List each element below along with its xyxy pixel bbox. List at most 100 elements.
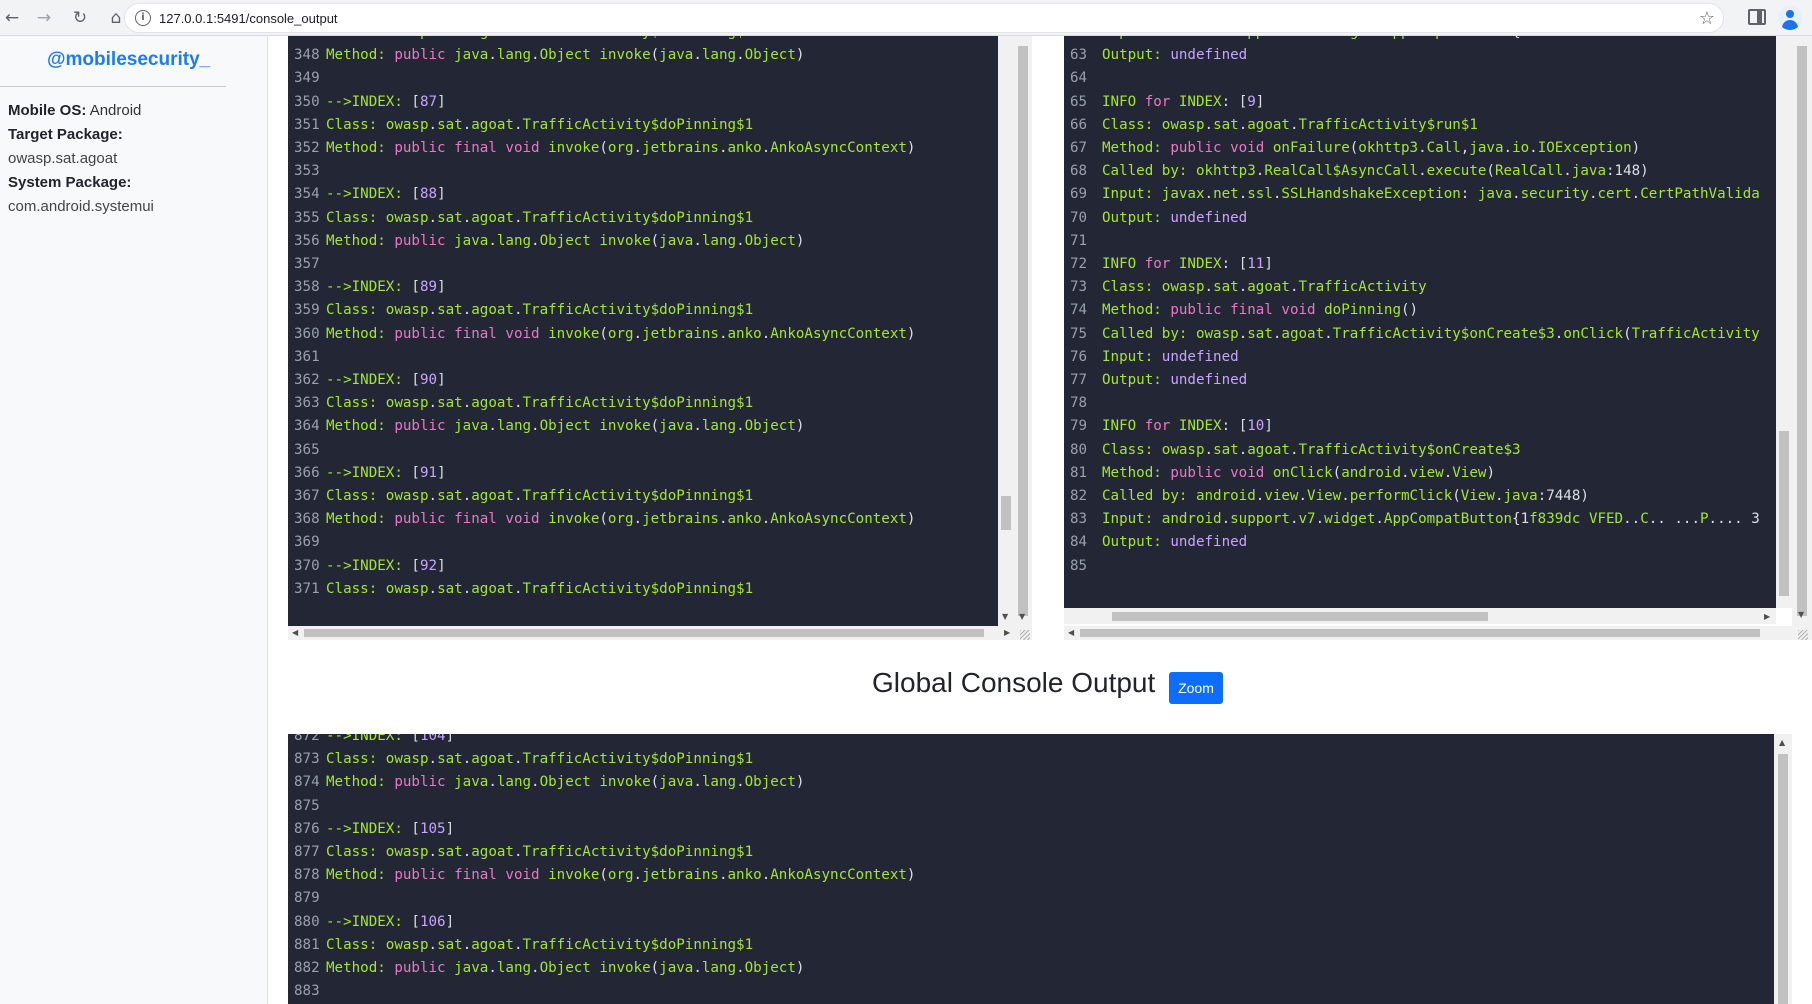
line-text: Method: public final void invoke(org.jet…	[326, 140, 916, 156]
right-console-line: 83 Input: android.support.v7.widget.AppCo…	[1070, 507, 1760, 531]
right-console-line: 76 Input: undefined	[1070, 345, 1239, 369]
line-number: 68	[1070, 163, 1088, 180]
line-number: 69	[1070, 186, 1088, 203]
scroll-up-arrow-icon[interactable]: ▲	[1779, 738, 1785, 747]
left-horizontal-scrollbar[interactable]: ◀ ▶	[288, 626, 1014, 640]
left-console-line: 370 -->INDEX: [92]	[294, 554, 446, 578]
line-number: 879	[294, 890, 320, 907]
line-text: Class: owasp.sat.agoat.TrafficActivity$d…	[326, 116, 754, 133]
right-horizontal-scrollbar[interactable]: ◀	[1064, 626, 1792, 640]
right-console-line: 66 Class: owasp.sat.agoat.TrafficActivity…	[1070, 113, 1478, 137]
left-outer-scrollbar[interactable]: ▼	[1014, 36, 1032, 640]
profile-avatar-icon[interactable]	[1778, 6, 1802, 30]
side-panel-icon[interactable]	[1748, 9, 1766, 25]
reload-icon[interactable]: ↻	[68, 6, 92, 30]
line-text: Method: public final void invoke(org.jet…	[326, 325, 916, 342]
line-number: 358	[294, 279, 320, 296]
line-number: 354	[294, 186, 320, 203]
system-package-label: System Package:	[8, 174, 132, 191]
back-arrow-icon[interactable]: ←	[0, 6, 24, 30]
line-number: 71	[1070, 232, 1088, 249]
left-console-line: 349	[294, 66, 326, 90]
resize-grip-icon[interactable]	[1020, 630, 1030, 640]
left-vertical-scrollbar[interactable]: ▼	[998, 36, 1014, 626]
line-text: Class: owasp.sat.agoat.TrafficActivity$d…	[326, 36, 753, 40]
line-text: Class: owasp.sat.agoat.TrafficActivity$o…	[1102, 441, 1521, 458]
global-console-line: 879	[294, 886, 326, 910]
right-console-line: 85	[1070, 554, 1102, 578]
bookmark-star-icon[interactable]: ☆	[1699, 8, 1715, 29]
right-console-line: 80 Class: owasp.sat.agoat.TrafficActivity…	[1070, 438, 1521, 462]
right-console-line: 65 INFO for INDEX: [9]	[1070, 90, 1264, 114]
resize-grip-icon[interactable]	[1798, 630, 1808, 640]
line-text: -->INDEX: [89]	[326, 279, 446, 296]
global-console-line: 872 -->INDEX: [104]	[294, 734, 454, 748]
left-console-line: 350 -->INDEX: [87]	[294, 90, 446, 114]
line-text: Output: undefined	[1102, 209, 1248, 226]
line-number: 66	[1070, 116, 1088, 133]
line-text: Method: public java.lang.Object invoke(j…	[326, 774, 805, 791]
left-console-line: 366 -->INDEX: [91]	[294, 461, 446, 485]
scroll-right-arrow-icon[interactable]: ▶	[1764, 612, 1770, 621]
left-console-line: 351 Class: owasp.sat.agoat.TrafficActivit…	[294, 113, 753, 137]
line-number: 83	[1070, 511, 1088, 528]
scroll-left-arrow-icon[interactable]: ◀	[292, 628, 298, 637]
line-text: Input: android.support.v7.widget.AppComp…	[1102, 511, 1760, 528]
line-text: Method: public java.lang.Object invoke(j…	[326, 47, 805, 64]
right-inner-horizontal-scrollbar[interactable]: ▶	[1064, 608, 1776, 624]
brand-link[interactable]: @mobilesecurity_	[47, 49, 210, 71]
left-console-line: 357	[294, 252, 326, 276]
right-console-line: 74 Method: public final void doPinning()	[1070, 298, 1418, 322]
left-console-panel[interactable]: 347Class: owasp.sat.agoat.TrafficActivit…	[288, 36, 998, 626]
right-console-panel[interactable]: 62Input: android.support.v7.widget.AppCo…	[1064, 36, 1776, 608]
left-console-line: 367 Class: owasp.sat.agoat.TrafficActivit…	[294, 484, 753, 508]
line-text: Class: owasp.sat.agoat.TrafficActivity$d…	[326, 302, 754, 319]
line-number: 348	[294, 47, 320, 64]
left-console-line: 352 Method: public final void invoke(org.…	[294, 136, 915, 160]
global-console-line: 875	[294, 794, 326, 818]
left-vertical-scroll-thumb[interactable]	[1001, 496, 1011, 530]
line-number: 80	[1070, 441, 1088, 458]
left-outer-scroll-thumb[interactable]	[1018, 46, 1028, 616]
site-info-icon[interactable]: i	[135, 10, 151, 26]
line-number: 872	[294, 734, 320, 744]
line-number: 85	[1070, 557, 1088, 574]
line-text: Method: public java.lang.Object invoke(j…	[326, 960, 805, 976]
scroll-down-arrow-icon[interactable]: ▼	[1002, 612, 1008, 621]
line-text: Class: owasp.sat.agoat.TrafficActivity$d…	[326, 395, 754, 412]
line-number: 353	[294, 163, 320, 180]
left-console-line: 362 -->INDEX: [90]	[294, 368, 446, 392]
line-number: 883	[294, 983, 320, 1000]
line-text: Class: owasp.sat.agoat.TrafficActivity$d…	[326, 488, 754, 504]
address-bar[interactable]: i 127.0.0.1:5491/console_output ☆	[124, 3, 1724, 33]
line-text: -->INDEX: [104]	[326, 734, 455, 744]
global-console-line: 877 Class: owasp.sat.agoat.TrafficActivit…	[294, 840, 753, 864]
global-console-line: 876 -->INDEX: [105]	[294, 817, 454, 841]
zoom-button[interactable]: Zoom	[1169, 672, 1223, 704]
left-console-line: 365	[294, 438, 326, 462]
line-number: 79	[1070, 418, 1088, 435]
left-console-line: 368 Method: public final void invoke(org.…	[294, 507, 915, 531]
left-console-line: 353	[294, 159, 326, 183]
line-number: 356	[294, 232, 320, 249]
outer-scroll-down-arrow-icon[interactable]: ▼	[1798, 610, 1804, 619]
right-vertical-scroll-thumb[interactable]	[1779, 431, 1789, 596]
right-horizontal-scroll-thumb[interactable]	[1080, 629, 1760, 637]
right-inner-horizontal-scroll-thumb[interactable]	[1112, 612, 1488, 621]
target-package-label-row: Target Package:	[8, 126, 123, 143]
right-console-line: 71	[1070, 229, 1102, 253]
scroll-right-arrow-icon[interactable]: ▶	[1004, 628, 1010, 637]
outer-scroll-down-arrow-icon[interactable]: ▼	[1019, 612, 1025, 621]
global-vertical-scroll-thumb[interactable]	[1778, 754, 1788, 1004]
global-vertical-scrollbar[interactable]: ▲	[1774, 734, 1792, 1004]
left-horizontal-scroll-thumb[interactable]	[304, 629, 984, 637]
right-console-line: 67 Method: public void onFailure(okhttp3.…	[1070, 136, 1640, 160]
forward-arrow-icon[interactable]: →	[32, 6, 56, 30]
right-outer-scrollbar[interactable]: ▼	[1792, 36, 1812, 640]
global-console-panel[interactable]: 872 -->INDEX: [104] 873 Class: owasp.sat.ag…	[288, 734, 1774, 1004]
line-number: 74	[1070, 302, 1088, 319]
line-number: 875	[294, 797, 320, 814]
scroll-left-arrow-icon[interactable]: ◀	[1068, 628, 1074, 637]
right-outer-scroll-thumb[interactable]	[1797, 46, 1807, 616]
right-vertical-scrollbar[interactable]	[1776, 36, 1792, 608]
